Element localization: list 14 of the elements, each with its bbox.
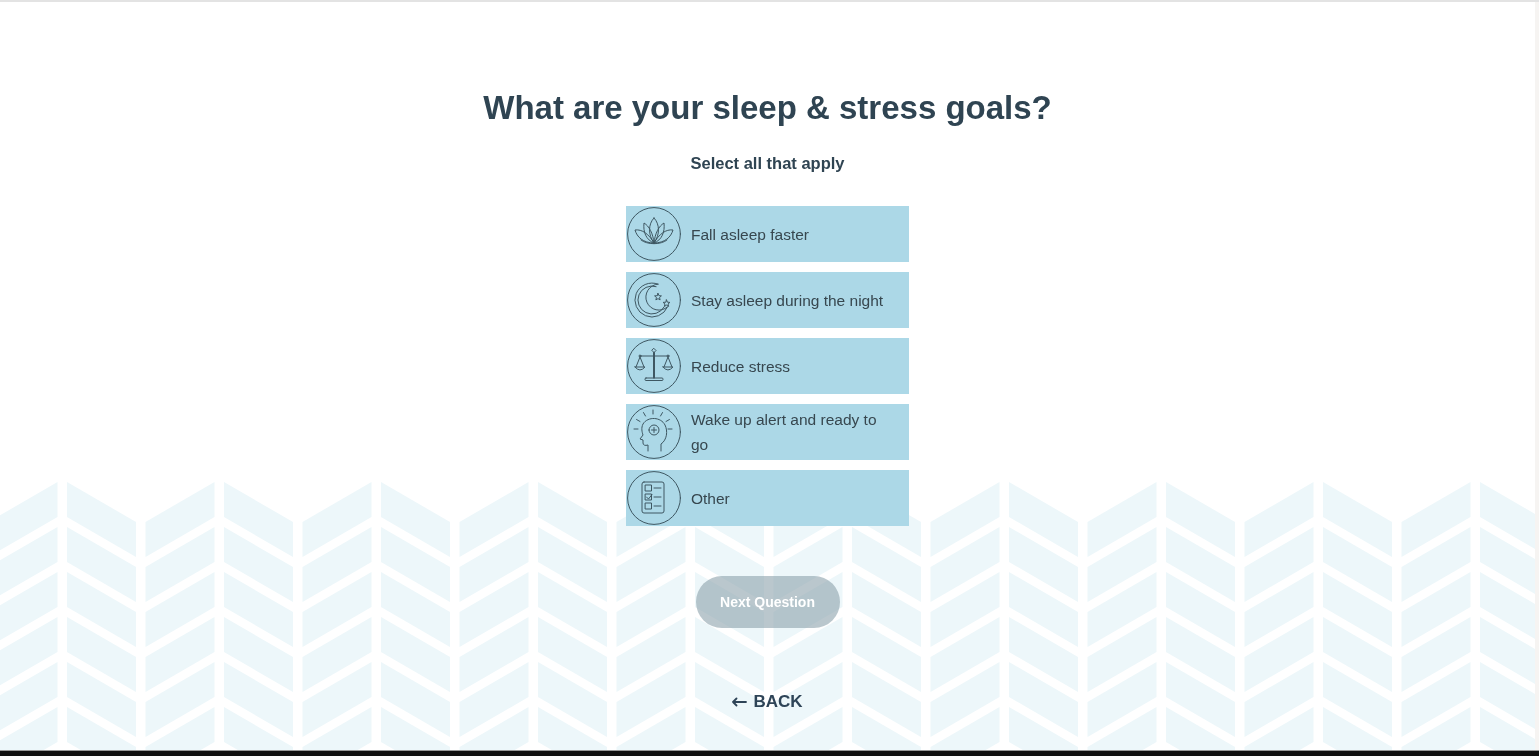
back-link[interactable]: BACK bbox=[732, 690, 803, 714]
moon-stars-icon bbox=[627, 273, 681, 327]
goal-option[interactable]: Stay asleep during the night bbox=[626, 272, 909, 328]
scales-icon bbox=[627, 339, 681, 393]
goal-option[interactable]: Other bbox=[626, 470, 909, 526]
arrow-left-icon bbox=[732, 697, 748, 707]
page-heading: What are your sleep & stress goals? bbox=[483, 88, 1052, 128]
goal-option[interactable]: Reduce stress bbox=[626, 338, 909, 394]
head-plus-icon bbox=[627, 405, 681, 459]
goal-option[interactable]: Fall asleep faster bbox=[626, 206, 909, 262]
lotus-icon bbox=[627, 207, 681, 261]
goal-option[interactable]: Wake up alert and ready to go bbox=[626, 404, 909, 460]
checklist-icon bbox=[627, 471, 681, 525]
instruction-text: Select all that apply bbox=[690, 153, 845, 174]
